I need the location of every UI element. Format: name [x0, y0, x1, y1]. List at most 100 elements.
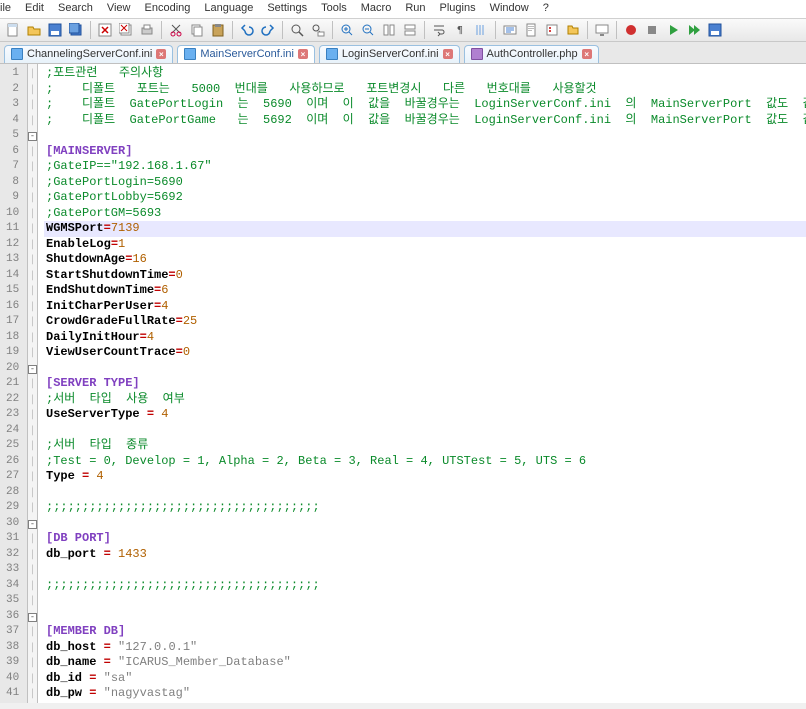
code-line[interactable]: ;서버 타입 종류 — [44, 438, 806, 454]
lang-icon[interactable] — [501, 21, 519, 39]
code-line[interactable]: StartShutdownTime=0 — [44, 268, 806, 284]
fold-cell[interactable]: | — [28, 283, 37, 299]
tab-close-icon[interactable]: × — [582, 49, 592, 59]
code-line[interactable]: ;GateIP=="192.168.1.67" — [44, 159, 806, 175]
menu-item[interactable]: Run — [405, 2, 425, 14]
fold-cell[interactable]: | — [28, 268, 37, 284]
func-list-icon[interactable] — [543, 21, 561, 39]
save-macro-icon[interactable] — [706, 21, 724, 39]
fold-cell[interactable]: | — [28, 438, 37, 454]
code-line[interactable]: [MEMBER DB] — [44, 624, 806, 640]
code-line[interactable]: [MAINSERVER] — [44, 144, 806, 160]
close-all-icon[interactable] — [117, 21, 135, 39]
code-line[interactable] — [44, 562, 806, 578]
code-line[interactable] — [44, 593, 806, 609]
code-line[interactable]: ;GatePortGM=5693 — [44, 206, 806, 222]
fold-cell[interactable]: | — [28, 82, 37, 98]
monitor-icon[interactable] — [593, 21, 611, 39]
fold-cell[interactable]: | — [28, 578, 37, 594]
code-line[interactable]: db_host = "127.0.0.1" — [44, 640, 806, 656]
code-line[interactable] — [44, 702, 806, 704]
folder-tree-icon[interactable] — [564, 21, 582, 39]
close-icon[interactable] — [96, 21, 114, 39]
play-multi-icon[interactable] — [685, 21, 703, 39]
menu-item[interactable]: Plugins — [440, 2, 476, 14]
file-tab[interactable]: ChannelingServerConf.ini× — [4, 45, 173, 63]
fold-cell[interactable]: | — [28, 299, 37, 315]
tab-close-icon[interactable]: × — [443, 49, 453, 59]
code-line[interactable]: db_id = "sa" — [44, 671, 806, 687]
fold-cell[interactable]: | — [28, 206, 37, 222]
code-line[interactable]: db_name = "ICARUS_Member_Database" — [44, 655, 806, 671]
tab-close-icon[interactable]: × — [156, 49, 166, 59]
menu-item[interactable]: View — [107, 2, 131, 14]
code-line[interactable]: ;Test = 0, Develop = 1, Alpha = 2, Beta … — [44, 454, 806, 470]
sync-hscroll-icon[interactable] — [401, 21, 419, 39]
fold-cell[interactable]: | — [28, 485, 37, 501]
fold-cell[interactable]: | — [28, 376, 37, 392]
code-area[interactable]: ;포트관련 주의사항; 디폴트 포트는 5000 번대를 사용하므로 포트변경시… — [38, 64, 806, 703]
code-line[interactable]: ;서버 타입 사용 여부 — [44, 392, 806, 408]
menu-item[interactable]: Tools — [321, 2, 347, 14]
fold-cell[interactable]: | — [28, 562, 37, 578]
menu-item[interactable]: Encoding — [145, 2, 191, 14]
fold-toggle-icon[interactable]: - — [28, 613, 37, 622]
fold-cell[interactable]: | — [28, 392, 37, 408]
fold-toggle-icon[interactable]: - — [28, 365, 37, 374]
fold-cell[interactable]: | — [28, 686, 37, 702]
open-file-icon[interactable] — [25, 21, 43, 39]
file-tab[interactable]: AuthController.php× — [464, 45, 599, 63]
fold-column[interactable]: ||||-||||||||||||||-|||||||||-|||||-||||… — [28, 64, 38, 703]
fold-cell[interactable]: | — [28, 190, 37, 206]
fold-cell[interactable]: | — [28, 640, 37, 656]
code-line[interactable]: [DB PORT] — [44, 531, 806, 547]
code-line[interactable]: ;GatePortLobby=5692 — [44, 190, 806, 206]
paste-icon[interactable] — [209, 21, 227, 39]
code-line[interactable]: ; 디폴트 GatePortGame 는 5692 이며 이 값을 바꿀경우는 … — [44, 113, 806, 129]
code-line[interactable]: ; 디폴트 GatePortLogin 는 5690 이며 이 값을 바꿀경우는… — [44, 97, 806, 113]
play-macro-icon[interactable] — [664, 21, 682, 39]
fold-toggle-icon[interactable]: - — [28, 520, 37, 529]
code-line[interactable]: WGMSPort=7139 — [44, 221, 806, 237]
wordwrap-icon[interactable] — [430, 21, 448, 39]
tab-close-icon[interactable]: × — [298, 49, 308, 59]
code-line[interactable]: InitCharPerUser=4 — [44, 299, 806, 315]
stop-macro-icon[interactable] — [643, 21, 661, 39]
save-icon[interactable] — [46, 21, 64, 39]
fold-cell[interactable]: | — [28, 175, 37, 191]
code-line[interactable]: ;포트관련 주의사항 — [44, 66, 806, 82]
fold-toggle-icon[interactable]: - — [28, 132, 37, 141]
fold-cell[interactable]: | — [28, 237, 37, 253]
find-icon[interactable] — [288, 21, 306, 39]
code-line[interactable]: EnableLog=1 — [44, 237, 806, 253]
zoom-in-icon[interactable] — [338, 21, 356, 39]
menu-item[interactable]: Window — [490, 2, 529, 14]
save-all-icon[interactable] — [67, 21, 85, 39]
fold-cell[interactable]: | — [28, 144, 37, 160]
code-line[interactable] — [44, 516, 806, 532]
code-line[interactable]: ViewUserCountTrace=0 — [44, 345, 806, 361]
fold-cell[interactable]: - — [28, 609, 37, 625]
fold-cell[interactable]: | — [28, 330, 37, 346]
file-tab[interactable]: MainServerConf.ini× — [177, 45, 315, 63]
redo-icon[interactable] — [259, 21, 277, 39]
menu-item[interactable]: Settings — [267, 2, 307, 14]
file-tab[interactable]: LoginServerConf.ini× — [319, 45, 460, 63]
fold-cell[interactable]: | — [28, 221, 37, 237]
code-line[interactable]: ; 디폴트 포트는 5000 번대를 사용하므로 포트변경시 다른 번호대를 사… — [44, 82, 806, 98]
menu-item[interactable]: ? — [543, 2, 549, 14]
print-icon[interactable] — [138, 21, 156, 39]
fold-cell[interactable]: | — [28, 671, 37, 687]
code-line[interactable]: Type = 4 — [44, 469, 806, 485]
code-line[interactable]: ;;;;;;;;;;;;;;;;;;;;;;;;;;;;;;;;;;;;;; — [44, 500, 806, 516]
menu-item[interactable]: Macro — [361, 2, 392, 14]
indent-guide-icon[interactable] — [472, 21, 490, 39]
fold-cell[interactable]: | — [28, 593, 37, 609]
show-all-chars-icon[interactable]: ¶ — [451, 21, 469, 39]
sync-vscroll-icon[interactable] — [380, 21, 398, 39]
code-line[interactable]: ShutdownAge=16 — [44, 252, 806, 268]
code-line[interactable]: EndShutdownTime=6 — [44, 283, 806, 299]
code-line[interactable]: [SERVER TYPE] — [44, 376, 806, 392]
code-editor[interactable]: 1234567891011121314151617181920212223242… — [0, 64, 806, 703]
fold-cell[interactable]: | — [28, 407, 37, 423]
